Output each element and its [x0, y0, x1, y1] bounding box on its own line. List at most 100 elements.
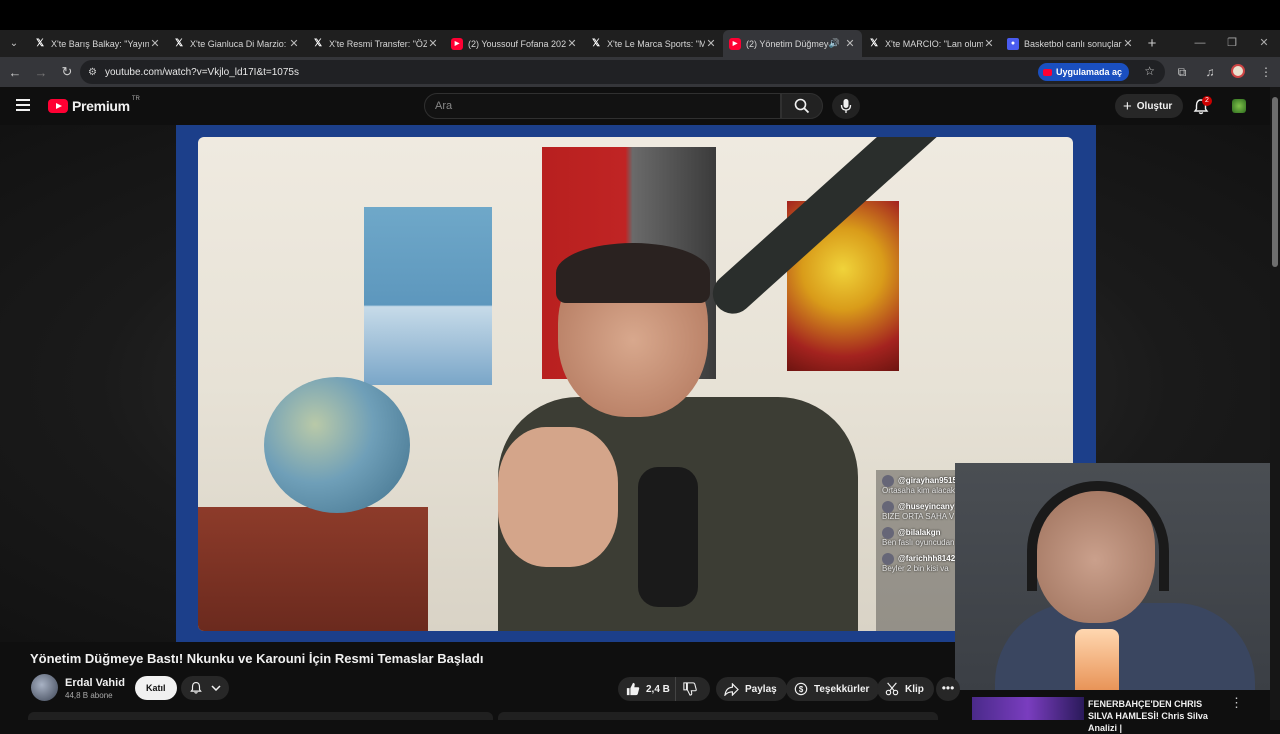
hamburger-menu-icon[interactable] — [16, 99, 30, 111]
tab-close-icon[interactable]: ✕ — [1122, 37, 1134, 50]
tab-title: X'te Gianluca Di Marzio: " — [190, 38, 288, 49]
tab-title: Basketbol canlı sonuçları — [1024, 38, 1122, 49]
recommended-video[interactable]: FENERBAHÇE'DEN CHRIS SILVA HAMLESİ! Chri… — [970, 695, 1270, 733]
thumbs-down-icon — [683, 682, 697, 696]
browser-tab-active[interactable]: ▶ (2) Yönetim Düğmeye 🔊 ✕ — [723, 30, 862, 57]
super-thanks-icon: $ — [794, 682, 808, 696]
lamp-image — [1075, 629, 1119, 690]
region-code: TR — [131, 96, 140, 102]
minimize-icon[interactable]: — — [1184, 30, 1216, 57]
youtube-icon — [1042, 68, 1052, 76]
url-text[interactable]: youtube.com/watch?v=Vkjlo_ld17I&t=1075s — [105, 67, 299, 78]
thumbs-up-icon — [626, 682, 640, 696]
headphones-image — [1027, 481, 1169, 591]
search-icon — [794, 98, 810, 114]
restore-icon[interactable]: ❐ — [1216, 30, 1248, 57]
globe-image — [264, 377, 410, 513]
screen-top-bar — [0, 0, 1280, 30]
window-controls: — ❐ ✕ — [1184, 30, 1280, 57]
toolbar-icons: ⧉ ♫ ⋮ — [1168, 57, 1280, 87]
logo-text: Premium — [72, 98, 130, 114]
tab-close-icon[interactable]: ✕ — [427, 37, 439, 50]
browser-tab[interactable]: 𝕏 X'te Gianluca Di Marzio: " ✕ — [167, 30, 306, 57]
search-box[interactable] — [424, 93, 781, 119]
tab-title: X'te MARCIO: "Lan olum — [885, 38, 983, 49]
search-input[interactable] — [435, 100, 780, 112]
subscription-bell-button[interactable] — [181, 676, 229, 700]
dislike-button[interactable] — [676, 677, 710, 701]
back-icon[interactable]: ← — [2, 65, 28, 80]
browser-toolbar: ← → ↻ ⚙ youtube.com/watch?v=Vkjlo_ld17I&… — [0, 57, 1280, 87]
recommended-title[interactable]: FENERBAHÇE'DEN CHRIS SILVA HAMLESİ! Chri… — [1088, 698, 1228, 734]
scrollbar-thumb[interactable] — [1272, 97, 1278, 267]
more-vert-icon[interactable]: ⋮ — [1230, 695, 1243, 711]
x-icon: 𝕏 — [313, 38, 323, 49]
microphone-icon — [840, 99, 852, 113]
browser-tab[interactable]: 𝕏 X'te Barış Balkay: "Yayında ✕ — [28, 30, 167, 57]
youtube-icon: ▶ — [451, 37, 463, 50]
tab-title: X'te Barış Balkay: "Yayında — [51, 38, 149, 49]
search-button[interactable] — [781, 93, 823, 119]
clip-label: Klip — [905, 683, 924, 695]
reload-icon[interactable]: ↻ — [54, 64, 80, 80]
clip-button[interactable]: Klip — [877, 677, 934, 701]
voice-search-button[interactable] — [832, 93, 860, 119]
media-controls-icon[interactable]: ♫ — [1196, 65, 1224, 79]
browser-tab[interactable]: 𝕏 X'te Resmi Transfer: "ÖZEL ✕ — [306, 30, 445, 57]
like-dislike-group: 2,4 B — [618, 677, 710, 701]
video-scene: @girayhan9515 Ortasaha kim alacak yazık,… — [198, 137, 1073, 631]
tab-close-icon[interactable]: ✕ — [844, 37, 856, 50]
youtube-header: Premium TR + Oluştur 2 — [0, 87, 1270, 125]
tab-search-icon[interactable]: ⌄ — [0, 30, 28, 57]
open-in-app-button[interactable]: Uygulamada aç — [1037, 63, 1129, 81]
tab-close-icon[interactable]: ✕ — [288, 37, 300, 50]
create-button[interactable]: + Oluştur — [1115, 94, 1184, 118]
tab-title: X'te Le Marca Sports: "Ma — [607, 38, 705, 49]
scissors-icon — [885, 682, 899, 696]
description-box[interactable] — [28, 712, 493, 720]
share-button[interactable]: Paylaş — [716, 677, 787, 701]
bell-icon — [190, 681, 202, 694]
forward-icon[interactable]: → — [28, 65, 54, 80]
profile-avatar[interactable] — [1224, 63, 1252, 81]
thanks-button[interactable]: $ Teşekkürler — [786, 677, 880, 701]
tab-close-icon[interactable]: ✕ — [566, 37, 578, 50]
close-window-icon[interactable]: ✕ — [1248, 30, 1280, 57]
speaker-icon[interactable]: 🔊 — [829, 38, 840, 49]
subscriber-count: 44,8 B abone — [65, 691, 113, 700]
bookmark-star-icon[interactable]: ☆ — [1144, 64, 1155, 78]
channel-name[interactable]: Erdal Vahid — [65, 677, 125, 689]
browser-tab[interactable]: ▶ (2) Youssouf Fofana 2024 ✕ — [445, 30, 584, 57]
tab-title: (2) Youssouf Fofana 2024 — [468, 38, 566, 49]
browser-tab[interactable]: ● Basketbol canlı sonuçları ✕ — [1001, 30, 1140, 57]
basketball-icon: ● — [1007, 37, 1019, 50]
like-count: 2,4 B — [646, 683, 670, 695]
site-info-icon[interactable]: ⚙ — [88, 67, 97, 78]
browser-tab[interactable]: 𝕏 X'te MARCIO: "Lan olum ✕ — [862, 30, 1001, 57]
browser-menu-icon[interactable]: ⋮ — [1252, 65, 1280, 79]
join-button[interactable]: Katıl — [135, 676, 177, 700]
recommended-thumbnail[interactable] — [972, 697, 1084, 720]
share-label: Paylaş — [745, 683, 777, 695]
tab-close-icon[interactable]: ✕ — [983, 37, 995, 50]
create-label: Oluştur — [1136, 100, 1173, 112]
share-icon — [724, 682, 739, 696]
desk-image — [198, 507, 428, 631]
tab-close-icon[interactable]: ✕ — [705, 37, 717, 50]
youtube-premium-logo[interactable]: Premium TR — [48, 96, 140, 114]
video-title: Yönetim Düğmeye Bastı! Nkunku ve Karouni… — [30, 651, 484, 666]
channel-avatar[interactable] — [31, 674, 58, 701]
browser-tab-strip: ⌄ 𝕏 X'te Barış Balkay: "Yayında ✕ 𝕏 X'te… — [0, 30, 1280, 57]
tab-close-icon[interactable]: ✕ — [149, 37, 161, 50]
comments-box[interactable] — [498, 712, 938, 720]
browser-tab[interactable]: 𝕏 X'te Le Marca Sports: "Ma ✕ — [584, 30, 723, 57]
extensions-icon[interactable]: ⧉ — [1168, 65, 1196, 80]
like-button[interactable]: 2,4 B — [618, 677, 676, 701]
address-bar[interactable]: ⚙ youtube.com/watch?v=Vkjlo_ld17I&t=1075… — [80, 60, 1165, 84]
new-tab-button[interactable]: + — [1140, 35, 1164, 52]
more-actions-button[interactable]: ••• — [936, 677, 960, 701]
webcam-overlay — [955, 463, 1280, 690]
account-avatar[interactable] — [1232, 99, 1246, 113]
chevron-down-icon — [211, 685, 221, 691]
page-scrollbar[interactable] — [1270, 87, 1280, 720]
